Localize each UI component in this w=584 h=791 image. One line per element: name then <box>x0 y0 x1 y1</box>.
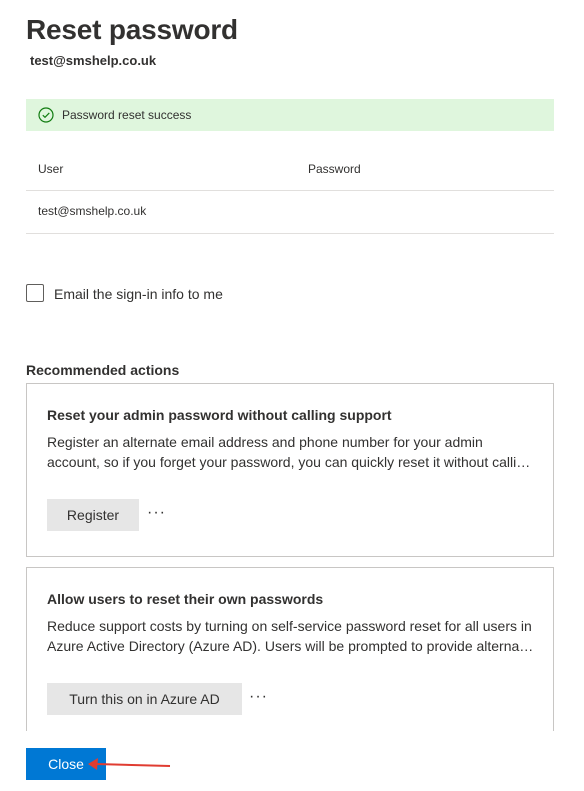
success-notification: Password reset success <box>26 99 554 131</box>
table-cell-user: test@smshelp.co.uk <box>38 204 147 218</box>
card-title: Allow users to reset their own passwords <box>47 591 324 607</box>
table-row-divider <box>26 233 554 234</box>
user-email-subtitle: test@smshelp.co.uk <box>30 53 157 68</box>
more-options-icon[interactable]: ··· <box>249 688 268 706</box>
check-circle-icon <box>38 107 54 123</box>
more-options-icon[interactable]: ··· <box>147 504 166 522</box>
enable-azure-ad-button[interactable]: Turn this on in Azure AD <box>47 683 242 715</box>
recommendation-card-self-service: Allow users to reset their own passwords… <box>26 567 554 731</box>
recommendation-card-admin-reset: Reset your admin password without callin… <box>26 383 554 557</box>
card-title: Reset your admin password without callin… <box>47 407 392 423</box>
card-description-line: Reduce support costs by turning on self-… <box>47 618 532 634</box>
success-message: Password reset success <box>62 108 192 122</box>
recommended-actions-heading: Recommended actions <box>26 362 180 378</box>
annotation-arrow-icon <box>88 758 171 770</box>
email-signin-label[interactable]: Email the sign-in info to me <box>54 286 223 302</box>
column-header-user: User <box>38 162 64 176</box>
card-description: Reduce support costs by turning on self-… <box>47 616 537 656</box>
card-description-line: account, so if you forget your password,… <box>47 454 537 470</box>
card-description: Register an alternate email address and … <box>47 432 537 472</box>
page-title: Reset password <box>26 14 238 45</box>
card-description-line: Register an alternate email address and … <box>47 434 483 450</box>
email-signin-checkbox[interactable] <box>26 284 44 302</box>
column-header-password: Password <box>308 162 361 176</box>
card-description-line: Azure Active Directory (Azure AD). Users… <box>47 638 537 654</box>
register-button[interactable]: Register <box>47 499 139 531</box>
table-header-divider <box>26 190 554 191</box>
